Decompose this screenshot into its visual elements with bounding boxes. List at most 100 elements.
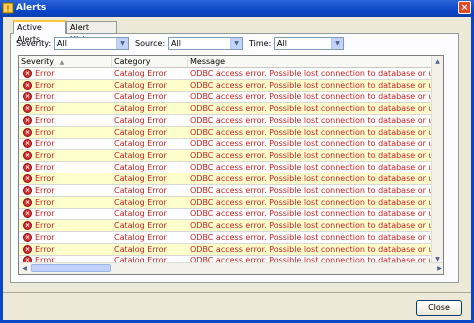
- table-header: Severity ▲ Category Message: [19, 56, 443, 68]
- severity-cell: Error: [35, 244, 55, 254]
- severity-cell: Error: [35, 197, 55, 207]
- message-cell: ODBC access error. Possible lost connect…: [190, 197, 433, 207]
- category-cell: Catalog Error: [114, 232, 167, 242]
- severity-cell: Error: [35, 69, 55, 78]
- error-icon: ×: [23, 209, 32, 219]
- severity-filter-select[interactable]: All ▼: [54, 37, 129, 50]
- message-cell: ODBC access error. Possible lost connect…: [190, 162, 433, 172]
- vertical-scrollbar[interactable]: ▲ ▼: [431, 56, 443, 265]
- table-row[interactable]: × Error Catalog Error ODBC access error. Po…: [19, 149, 443, 162]
- category-cell: Catalog Error: [114, 162, 167, 172]
- category-cell: Catalog Error: [114, 69, 167, 78]
- table-row[interactable]: × Error Catalog Error ODBC access error. Po…: [19, 208, 443, 221]
- time-filter-value: All: [277, 39, 287, 48]
- column-header-severity-label: Severity: [21, 57, 55, 66]
- message-cell: ODBC access error. Possible lost connect…: [190, 80, 433, 90]
- chevron-down-icon[interactable]: ▼: [116, 38, 128, 49]
- message-cell: ODBC access error. Possible lost connect…: [190, 221, 433, 231]
- alert-app-icon: !: [2, 2, 14, 14]
- source-filter-label: Source:: [135, 39, 166, 48]
- table-row[interactable]: × Error Catalog Error ODBC access error. Po…: [19, 232, 443, 244]
- error-icon: ×: [23, 139, 32, 149]
- category-cell: Catalog Error: [114, 186, 167, 195]
- category-cell: Catalog Error: [114, 197, 167, 207]
- title-bar[interactable]: ! Alerts ×: [0, 0, 474, 17]
- time-filter-select[interactable]: All ▼: [274, 37, 344, 50]
- horizontal-scrollbar[interactable]: ◀ ▶: [19, 262, 443, 274]
- message-cell: ODBC access error. Possible lost connect…: [190, 104, 433, 114]
- table-row[interactable]: × Error Catalog Error ODBC access error. Po…: [19, 91, 443, 104]
- table-row[interactable]: × Error Catalog Error ODBC access error. Po…: [19, 138, 443, 151]
- close-button[interactable]: Close: [416, 300, 462, 316]
- severity-cell: Error: [35, 127, 55, 137]
- svg-text:!: !: [6, 5, 9, 14]
- message-cell: ODBC access error. Possible lost connect…: [190, 127, 433, 137]
- category-cell: Catalog Error: [114, 104, 167, 114]
- severity-filter-label: Severity:: [16, 39, 52, 48]
- message-cell: ODBC access error. Possible lost connect…: [190, 186, 433, 195]
- message-cell: ODBC access error. Possible lost connect…: [190, 174, 433, 184]
- window-title: Alerts: [16, 3, 47, 13]
- error-icon: ×: [23, 150, 32, 160]
- error-icon: ×: [23, 174, 32, 184]
- table-row[interactable]: × Error Catalog Error ODBC access error. Po…: [19, 162, 443, 174]
- severity-cell: Error: [35, 80, 55, 90]
- category-cell: Catalog Error: [114, 127, 167, 137]
- error-icon: ×: [23, 197, 32, 207]
- severity-filter-value: All: [57, 39, 67, 48]
- error-icon: ×: [23, 244, 32, 254]
- error-icon: ×: [23, 104, 32, 114]
- chevron-down-icon[interactable]: ▼: [331, 38, 343, 49]
- severity-cell: Error: [35, 221, 55, 231]
- scroll-up-icon[interactable]: ▲: [432, 56, 443, 67]
- message-cell: ODBC access error. Possible lost connect…: [190, 244, 433, 254]
- column-header-category[interactable]: Category: [112, 56, 188, 67]
- message-cell: ODBC access error. Possible lost connect…: [190, 139, 433, 149]
- column-header-message[interactable]: Message: [188, 56, 434, 67]
- category-cell: Catalog Error: [114, 221, 167, 231]
- table-row[interactable]: × Error Catalog Error ODBC access error. Po…: [19, 185, 443, 197]
- severity-cell: Error: [35, 162, 55, 172]
- message-cell: ODBC access error. Possible lost connect…: [190, 69, 433, 78]
- horizontal-scroll-thumb[interactable]: [31, 264, 111, 272]
- severity-cell: Error: [35, 104, 55, 114]
- table-row[interactable]: × Error Catalog Error ODBC access error. Po…: [19, 126, 443, 139]
- table-row[interactable]: × Error Catalog Error ODBC access error. Po…: [19, 115, 443, 127]
- column-header-severity[interactable]: Severity ▲: [19, 56, 112, 67]
- category-cell: Catalog Error: [114, 139, 167, 149]
- error-icon: ×: [23, 92, 32, 102]
- table-row[interactable]: × Error Catalog Error ODBC access error. Po…: [19, 79, 443, 92]
- message-cell: ODBC access error. Possible lost connect…: [190, 232, 433, 242]
- table-row[interactable]: × Error Catalog Error ODBC access error. Po…: [19, 243, 443, 256]
- table-row[interactable]: × Error Catalog Error ODBC access error. Po…: [19, 196, 443, 209]
- time-filter-label: Time:: [249, 39, 272, 48]
- category-cell: Catalog Error: [114, 174, 167, 184]
- severity-cell: Error: [35, 209, 55, 219]
- tab-alert-history[interactable]: Alert History: [66, 21, 117, 44]
- severity-cell: Error: [35, 150, 55, 160]
- sort-ascending-icon: ▲: [59, 59, 65, 66]
- table-row[interactable]: × Error Catalog Error ODBC access error. Po…: [19, 173, 443, 186]
- error-icon: ×: [23, 80, 32, 90]
- severity-cell: Error: [35, 139, 55, 149]
- message-cell: ODBC access error. Possible lost connect…: [190, 92, 433, 102]
- category-cell: Catalog Error: [114, 80, 167, 90]
- window-close-button[interactable]: ×: [458, 1, 471, 14]
- severity-cell: Error: [35, 115, 55, 125]
- table-row[interactable]: × Error Catalog Error ODBC access error. Po…: [19, 220, 443, 233]
- error-icon: ×: [23, 162, 32, 172]
- severity-cell: Error: [35, 232, 55, 242]
- scroll-right-icon[interactable]: ▶: [434, 263, 443, 274]
- chevron-down-icon[interactable]: ▼: [230, 38, 242, 49]
- scroll-left-icon[interactable]: ◀: [19, 263, 30, 274]
- table-row[interactable]: × Error Catalog Error ODBC access error. Po…: [19, 103, 443, 116]
- tab-active-alerts[interactable]: Active Alerts: [13, 20, 66, 44]
- message-cell: ODBC access error. Possible lost connect…: [190, 115, 433, 125]
- error-icon: ×: [23, 127, 32, 137]
- table-row[interactable]: × Error Catalog Error ODBC access error. Po…: [19, 68, 443, 80]
- source-filter-select[interactable]: All ▼: [168, 37, 243, 50]
- footer-separator: [3, 292, 471, 293]
- error-icon: ×: [23, 232, 32, 242]
- source-filter-value: All: [171, 39, 181, 48]
- error-icon: ×: [23, 69, 32, 78]
